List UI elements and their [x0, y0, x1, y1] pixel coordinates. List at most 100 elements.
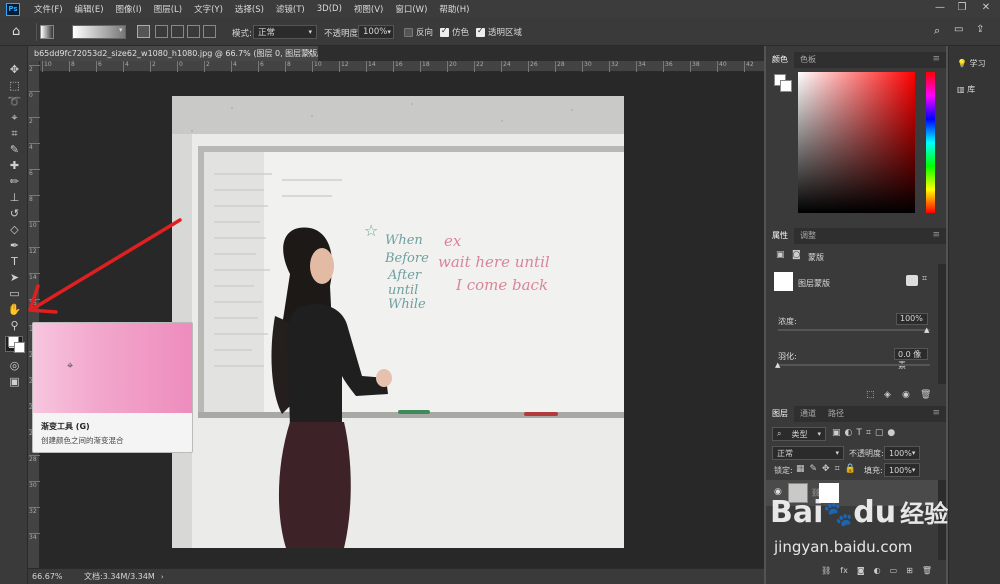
fx-icon[interactable]: fx: [840, 566, 848, 584]
library-label: 库: [967, 85, 976, 94]
chevron-right-icon[interactable]: ›: [161, 573, 164, 581]
slider-thumb-icon[interactable]: ▲: [924, 326, 929, 334]
fill-input[interactable]: 100% ▾: [884, 463, 920, 477]
home-icon[interactable]: ⌂: [12, 24, 20, 39]
trash-icon[interactable]: 🗑: [920, 390, 931, 400]
panel-menu-icon[interactable]: ≡: [932, 408, 940, 418]
blend-mode-select[interactable]: 正常 ▾: [772, 446, 844, 460]
ruler-tick-label: 8: [29, 195, 40, 203]
mode-select[interactable]: 正常 ▾: [253, 25, 317, 39]
menu-layer[interactable]: 图层(L): [148, 3, 188, 15]
layers-scrollbar[interactable]: [938, 480, 946, 560]
radial-gradient-icon[interactable]: [155, 25, 168, 38]
minimize-icon[interactable]: —: [930, 2, 950, 16]
background-color-swatch[interactable]: [780, 80, 792, 92]
screen-mode-icon[interactable]: ▣: [6, 374, 23, 389]
tab-properties[interactable]: 属性: [766, 228, 794, 244]
new-layer-icon[interactable]: ⊞: [906, 566, 913, 584]
menu-window[interactable]: 窗口(W): [389, 3, 433, 15]
tab-color[interactable]: 颜色: [766, 52, 794, 68]
density-input[interactable]: 100%: [896, 313, 928, 325]
lasso-tool-icon[interactable]: ➰: [6, 94, 23, 109]
menu-view[interactable]: 视图(V): [348, 3, 389, 15]
tab-swatches[interactable]: 色板: [794, 52, 822, 68]
layer-mask-icon[interactable]: ◙: [792, 250, 801, 260]
ruler-tick-label: 34: [29, 533, 40, 541]
marquee-tool-icon[interactable]: ⬚: [6, 78, 23, 93]
background-color-swatch[interactable]: [14, 342, 25, 353]
menu-help[interactable]: 帮助(H): [433, 3, 475, 15]
search-icon[interactable]: ⌕: [934, 24, 940, 38]
library-button[interactable]: ▥ 库: [957, 84, 975, 95]
diamond-gradient-icon[interactable]: [203, 25, 216, 38]
layer-filter-icons[interactable]: ▣◐T⌗▢●: [832, 428, 899, 438]
ruler-tick-label: 28: [29, 455, 40, 463]
menu-select[interactable]: 选择(S): [229, 3, 270, 15]
menu-file[interactable]: 文件(F): [28, 3, 69, 15]
reverse-checkbox[interactable]: 反向: [404, 26, 433, 38]
reflected-gradient-icon[interactable]: [187, 25, 200, 38]
learn-button[interactable]: 💡 学习: [957, 58, 986, 69]
layer-row[interactable]: ◉ ⛓: [766, 480, 938, 506]
menu-3d[interactable]: 3D(D): [311, 4, 348, 14]
ruler-tick-label: 32: [609, 61, 619, 72]
properties-scrollbar[interactable]: [938, 264, 946, 384]
vector-mask-icon[interactable]: ⌗: [922, 274, 927, 284]
document-tab[interactable]: b65dd9fc72053d2_size62_w1080_h1080.jpg @…: [28, 46, 318, 61]
eye-icon[interactable]: ◉: [774, 487, 782, 497]
tab-close-icon[interactable]: ×: [306, 48, 313, 57]
dither-checkbox[interactable]: 仿色: [440, 26, 469, 38]
tab-paths[interactable]: 路径: [822, 406, 850, 422]
tab-adjustments[interactable]: 调整: [794, 228, 822, 244]
feather-input[interactable]: 0.0 像素: [894, 348, 928, 370]
clone-stamp-tool-icon[interactable]: ⊥: [6, 190, 23, 205]
color-picker-field[interactable]: [798, 72, 915, 213]
tab-channels[interactable]: 通道: [794, 406, 822, 422]
menu-filter[interactable]: 滤镜(T): [270, 3, 311, 15]
hue-slider[interactable]: [926, 72, 935, 213]
brush-tool-icon[interactable]: ✏: [6, 174, 23, 189]
adjustment-icon[interactable]: ◐: [874, 566, 881, 584]
transparency-checkbox[interactable]: 透明区域: [476, 26, 522, 38]
chevron-down-icon[interactable]: ▾: [119, 26, 123, 34]
panel-menu-icon[interactable]: ≡: [932, 230, 940, 240]
zoom-readout[interactable]: 66.67%: [32, 572, 72, 581]
lock-icons[interactable]: ▦✎✥⌗🔒: [796, 464, 861, 474]
folder-icon[interactable]: ▭: [890, 566, 898, 584]
linear-gradient-icon[interactable]: [137, 25, 150, 38]
link-layers-icon[interactable]: ⛓: [821, 566, 831, 584]
menu-edit[interactable]: 编辑(E): [69, 3, 110, 15]
restore-icon[interactable]: ❐: [952, 2, 972, 16]
select-mask-icon[interactable]: [906, 275, 918, 286]
menu-image[interactable]: 图像(I): [110, 3, 148, 15]
healing-brush-tool-icon[interactable]: ✚: [6, 158, 23, 173]
quick-select-tool-icon[interactable]: ⌖: [6, 110, 23, 125]
menu-type[interactable]: 文字(Y): [188, 3, 229, 15]
panel-menu-icon[interactable]: ≡: [932, 54, 940, 64]
density-slider[interactable]: [778, 329, 930, 331]
crop-tool-icon[interactable]: ⌗: [6, 126, 23, 141]
workspace-icon[interactable]: ▭: [954, 24, 963, 35]
apply-mask-icon[interactable]: ◈: [884, 390, 891, 400]
share-icon[interactable]: ⇪: [976, 24, 984, 35]
close-icon[interactable]: ✕: [976, 2, 996, 16]
gradient-tool-preset-icon[interactable]: [40, 25, 54, 39]
pixel-mask-icon[interactable]: ▣: [776, 250, 785, 260]
slider-thumb-icon[interactable]: ▲: [775, 361, 780, 369]
feather-slider[interactable]: [778, 364, 930, 366]
load-selection-icon[interactable]: ⬚: [866, 390, 875, 400]
visibility-icon[interactable]: ◉: [902, 390, 910, 400]
trash-icon[interactable]: 🗑: [922, 566, 932, 584]
opacity-input[interactable]: 100% ▾: [358, 25, 394, 39]
eyedropper-tool-icon[interactable]: ✎: [6, 142, 23, 157]
move-tool-icon[interactable]: ✥: [6, 62, 23, 77]
gradient-picker[interactable]: [72, 25, 126, 39]
fill-value: 100%: [889, 465, 912, 475]
whiteboard-word: While: [388, 297, 426, 312]
layer-opacity-input[interactable]: 100% ▾: [884, 446, 920, 460]
add-mask-icon[interactable]: ◙: [857, 566, 865, 584]
layer-filter-select[interactable]: ⌕ 类型 ▾: [772, 427, 826, 441]
quick-mask-icon[interactable]: ◎: [6, 358, 23, 373]
tab-layers[interactable]: 图层: [766, 406, 794, 422]
angle-gradient-icon[interactable]: [171, 25, 184, 38]
